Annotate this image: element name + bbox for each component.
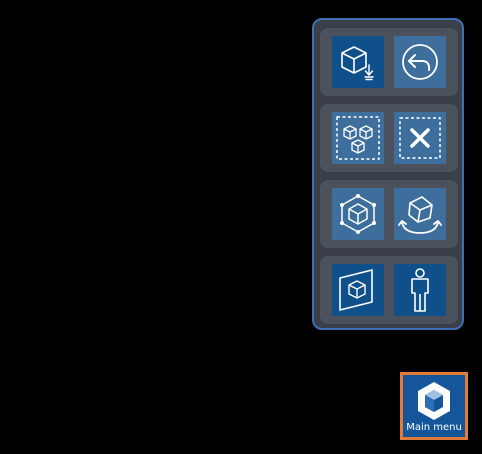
close-selection-icon	[399, 117, 441, 159]
tool-row-2	[320, 104, 458, 172]
cube-rotate-icon	[398, 196, 442, 234]
app-logo-icon	[418, 382, 450, 420]
rotate-button[interactable]	[394, 188, 446, 240]
place-object-button[interactable]	[332, 36, 384, 88]
tool-panel	[312, 18, 464, 330]
cube-plane-icon	[339, 269, 373, 311]
viewport: Main menu	[0, 0, 482, 454]
avatar-button[interactable]	[394, 264, 446, 316]
cube-place-icon	[341, 46, 374, 81]
tool-row-3	[320, 180, 458, 248]
tool-row-4	[320, 256, 458, 324]
main-menu-button[interactable]: Main menu	[400, 372, 468, 440]
view-plane-button[interactable]	[332, 264, 384, 316]
undo-arrow-icon	[402, 44, 438, 80]
undo-button[interactable]	[394, 36, 446, 88]
multi-cube-select-icon	[336, 116, 380, 160]
main-menu-label: Main menu	[406, 422, 462, 433]
cube-transform-icon	[340, 194, 376, 234]
deselect-button[interactable]	[394, 112, 446, 164]
tool-row-1	[320, 28, 458, 96]
person-icon	[411, 268, 429, 312]
select-multiple-button[interactable]	[332, 112, 384, 164]
transform-button[interactable]	[332, 188, 384, 240]
